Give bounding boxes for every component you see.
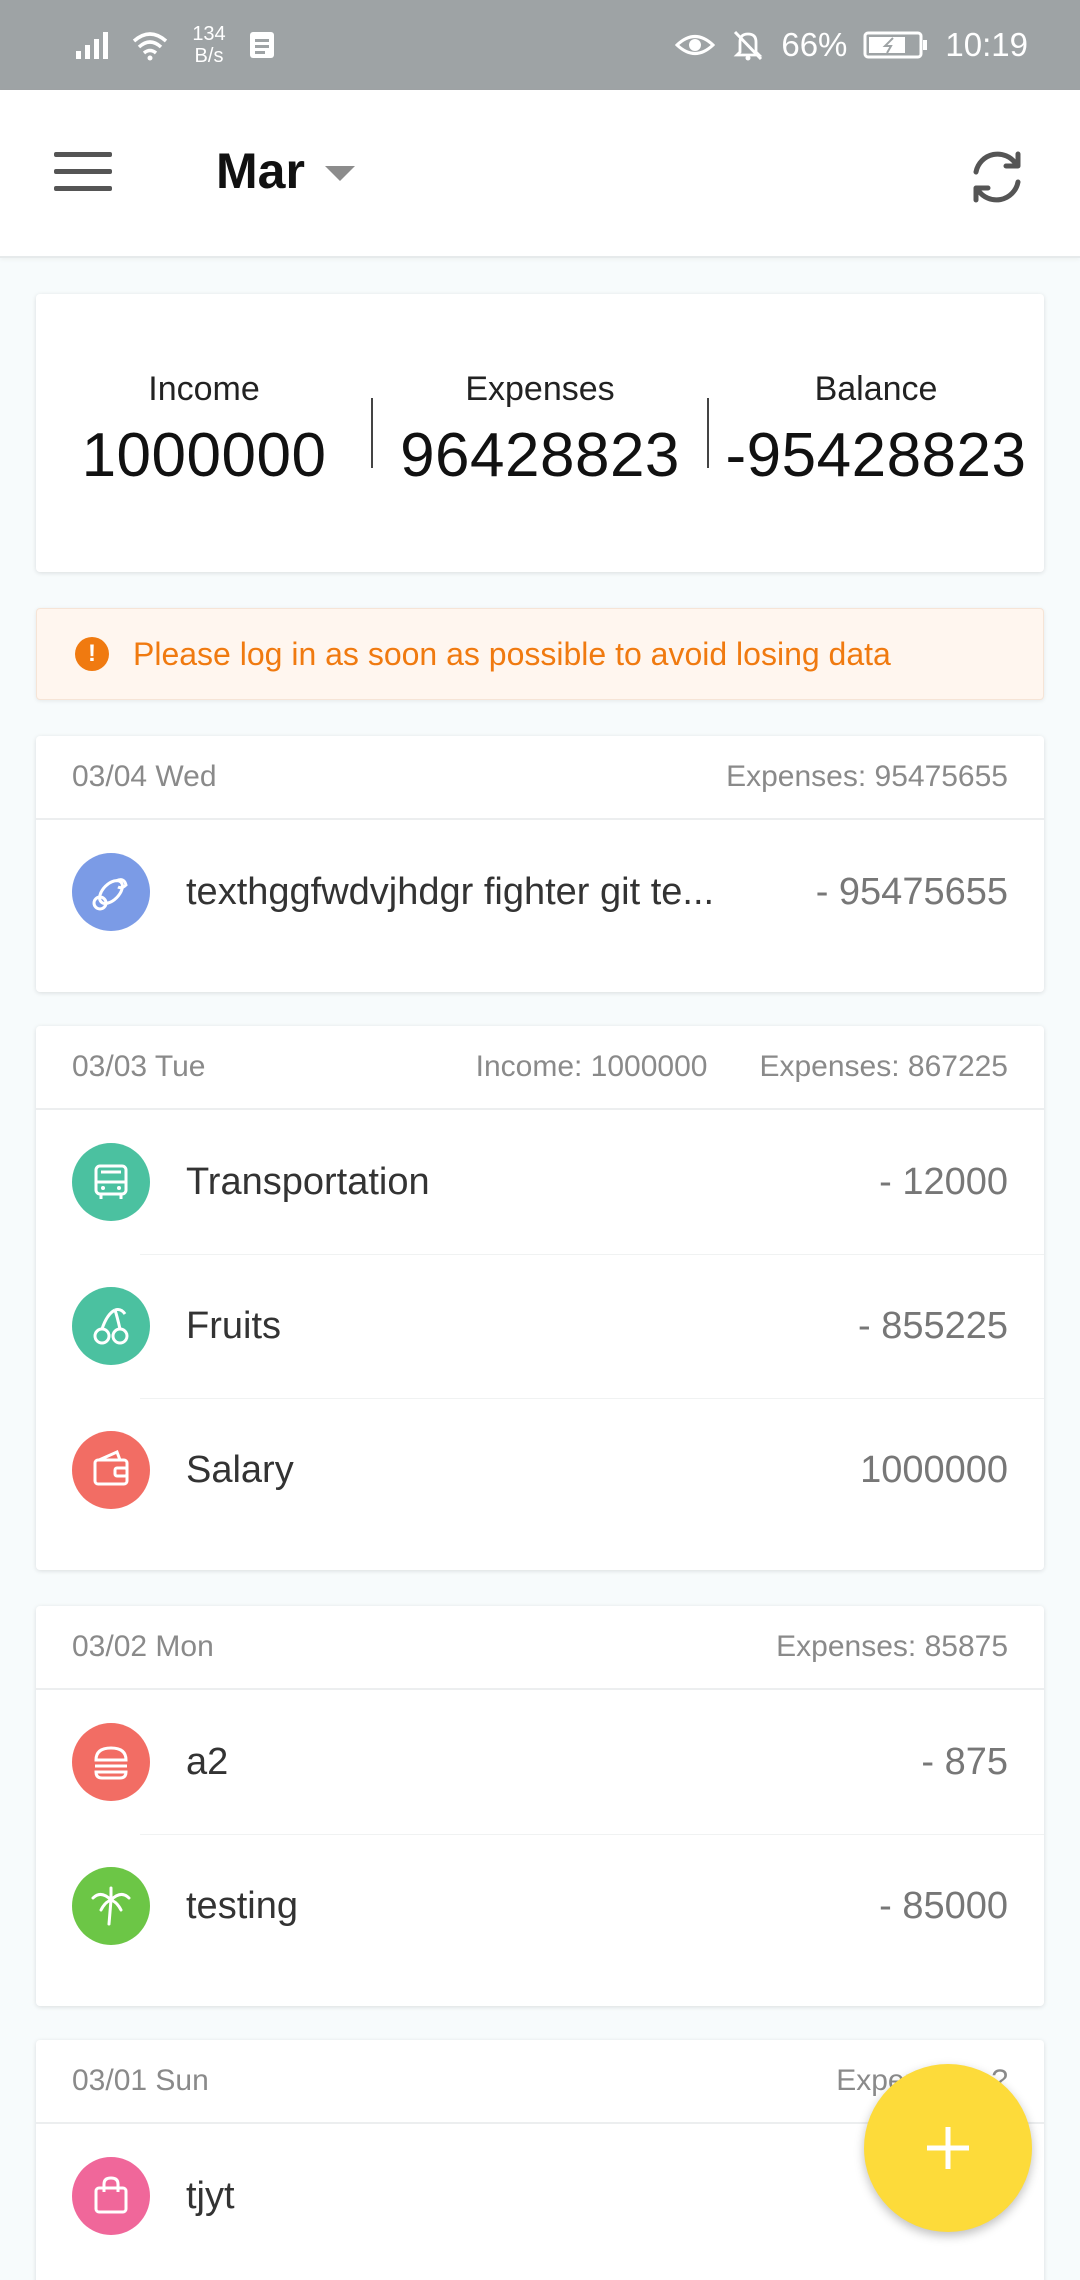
transaction-row[interactable]: Fruits - 855225 xyxy=(36,1254,1044,1398)
cherry-icon xyxy=(72,1287,150,1365)
income-summary: Income 1000000 xyxy=(36,294,372,572)
transaction-name: Transportation xyxy=(186,1160,430,1203)
transaction-amount: - 95475655 xyxy=(815,870,1008,913)
transaction-name: testing xyxy=(186,1884,298,1927)
day-date: 03/04 Wed xyxy=(72,760,217,793)
login-alert[interactable]: ! Please log in as soon as possible to a… xyxy=(36,608,1044,700)
app-bar: Mar xyxy=(0,90,1080,258)
sync-button[interactable] xyxy=(966,146,1028,208)
burger-icon xyxy=(72,1723,150,1801)
transaction-amount: - 12000 xyxy=(879,1160,1008,1203)
transaction-row[interactable]: Transportation - 12000 xyxy=(36,1110,1044,1254)
expenses-summary: Expenses 96428823 xyxy=(372,294,708,572)
pacifier-icon xyxy=(72,853,150,931)
day-header: 03/03 Tue Income: 1000000 Expenses: 8672… xyxy=(36,1026,1044,1110)
day-date: 03/01 Sun xyxy=(72,2064,209,2097)
plus-icon xyxy=(927,2127,969,2169)
balance-value: -95428823 xyxy=(725,421,1027,490)
bell-off-icon xyxy=(731,28,765,62)
transaction-name: a2 xyxy=(186,1740,229,1783)
expenses-value: 96428823 xyxy=(400,421,680,490)
day-group-0303: 03/03 Tue Income: 1000000 Expenses: 8672… xyxy=(36,1026,1044,1570)
month-selector[interactable]: Mar xyxy=(216,142,355,200)
bus-icon xyxy=(72,1143,150,1221)
warning-icon: ! xyxy=(75,637,109,671)
battery-icon xyxy=(863,30,929,60)
menu-icon xyxy=(54,152,112,157)
alert-text: Please log in as soon as possible to avo… xyxy=(133,635,891,672)
balance-label: Balance xyxy=(814,370,938,408)
transaction-name: texthggfwdvjhdgr fighter git te... xyxy=(186,870,715,913)
wifi-icon xyxy=(130,29,170,61)
caret-down-icon xyxy=(324,165,355,181)
signal-icon xyxy=(74,29,114,61)
day-expenses: Expenses: 85875 xyxy=(776,1630,1008,1663)
day-date: 03/02 Mon xyxy=(72,1630,214,1663)
clock: 10:19 xyxy=(945,26,1028,63)
refresh-icon xyxy=(973,151,1021,203)
transaction-row[interactable]: texthggfwdvjhdgr fighter git te... - 954… xyxy=(36,820,1044,964)
notification-icon xyxy=(248,30,276,60)
transaction-amount: - 875 xyxy=(921,1740,1008,1783)
balance-summary: Balance -95428823 xyxy=(708,294,1044,572)
day-header: 03/02 Mon Expenses: 85875 xyxy=(36,1606,1044,1690)
status-bar: 134 B/s 66% 10:19 xyxy=(0,0,1080,90)
day-group-0304: 03/04 Wed Expenses: 95475655 texthggfwdv… xyxy=(36,736,1044,992)
transaction-name: Salary xyxy=(186,1448,294,1491)
transaction-row[interactable]: a2 - 875 xyxy=(36,1690,1044,1834)
day-header: 03/04 Wed Expenses: 95475655 xyxy=(36,736,1044,820)
transaction-amount: - 855225 xyxy=(857,1304,1008,1347)
day-date: 03/03 Tue xyxy=(72,1050,206,1083)
day-expenses: Expenses: 867225 xyxy=(759,1050,1008,1083)
expenses-label: Expenses xyxy=(465,370,615,408)
battery-percent: 66% xyxy=(781,26,848,63)
transaction-name: tjyt xyxy=(186,2174,235,2217)
transaction-name: Fruits xyxy=(186,1304,281,1347)
add-transaction-button[interactable] xyxy=(864,2064,1032,2232)
wallet-icon xyxy=(72,1431,150,1509)
transaction-row[interactable]: Salary 1000000 xyxy=(36,1398,1044,1542)
summary-card: Income 1000000 Expenses 96428823 Balance… xyxy=(36,294,1044,572)
transaction-amount: - 85000 xyxy=(879,1884,1008,1927)
transaction-amount: 1000000 xyxy=(860,1448,1008,1491)
menu-button[interactable] xyxy=(54,152,112,192)
income-label: Income xyxy=(148,370,260,408)
network-speed: 134 B/s xyxy=(192,23,226,67)
shopping-bag-icon xyxy=(72,2157,150,2235)
day-group-0302: 03/02 Mon Expenses: 85875 a2 - 875 testi… xyxy=(36,1606,1044,2006)
palm-tree-icon xyxy=(72,1867,150,1945)
day-income: Income: 1000000 xyxy=(475,1050,708,1083)
transaction-row[interactable]: testing - 85000 xyxy=(36,1834,1044,1978)
day-expenses: Expenses: 95475655 xyxy=(726,760,1008,793)
income-value: 1000000 xyxy=(81,421,327,490)
eye-icon xyxy=(675,30,716,60)
month-label: Mar xyxy=(216,143,305,199)
